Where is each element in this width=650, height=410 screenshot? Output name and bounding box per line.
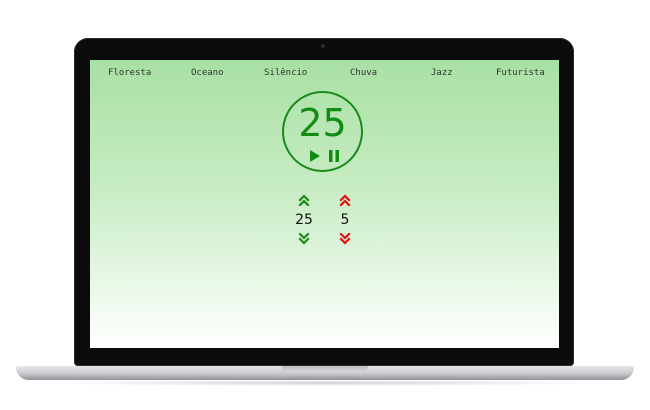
laptop-shadow [40,380,610,386]
session-increase-icon[interactable] [298,194,310,206]
timer-display: 25 [298,101,347,145]
nav-item-jazz[interactable]: Jazz [431,68,453,78]
play-icon[interactable] [309,149,321,163]
nav-item-futurista[interactable]: Futurista [496,68,545,78]
camera-icon [321,44,325,48]
session-stepper: 25 [289,194,319,245]
session-decrease-icon[interactable] [298,233,310,245]
nav-item-chuva[interactable]: Chuva [350,68,377,78]
nav-item-floresta[interactable]: Floresta [108,68,151,78]
break-increase-icon[interactable] [339,194,351,206]
break-stepper: 5 [330,194,360,245]
timer-circle: 25 [282,91,363,172]
laptop-mockup: Floresta Oceano Silêncio Chuva Jazz Futu… [0,0,650,410]
laptop-base-notch [282,366,368,372]
break-decrease-icon[interactable] [339,233,351,245]
sound-nav: Floresta Oceano Silêncio Chuva Jazz Futu… [90,68,559,82]
break-length: 5 [340,212,350,228]
session-length: 25 [295,212,313,228]
nav-item-silencio[interactable]: Silêncio [264,68,307,78]
pause-icon[interactable] [328,150,340,162]
nav-item-oceano[interactable]: Oceano [191,68,224,78]
app-screen: Floresta Oceano Silêncio Chuva Jazz Futu… [90,60,559,348]
